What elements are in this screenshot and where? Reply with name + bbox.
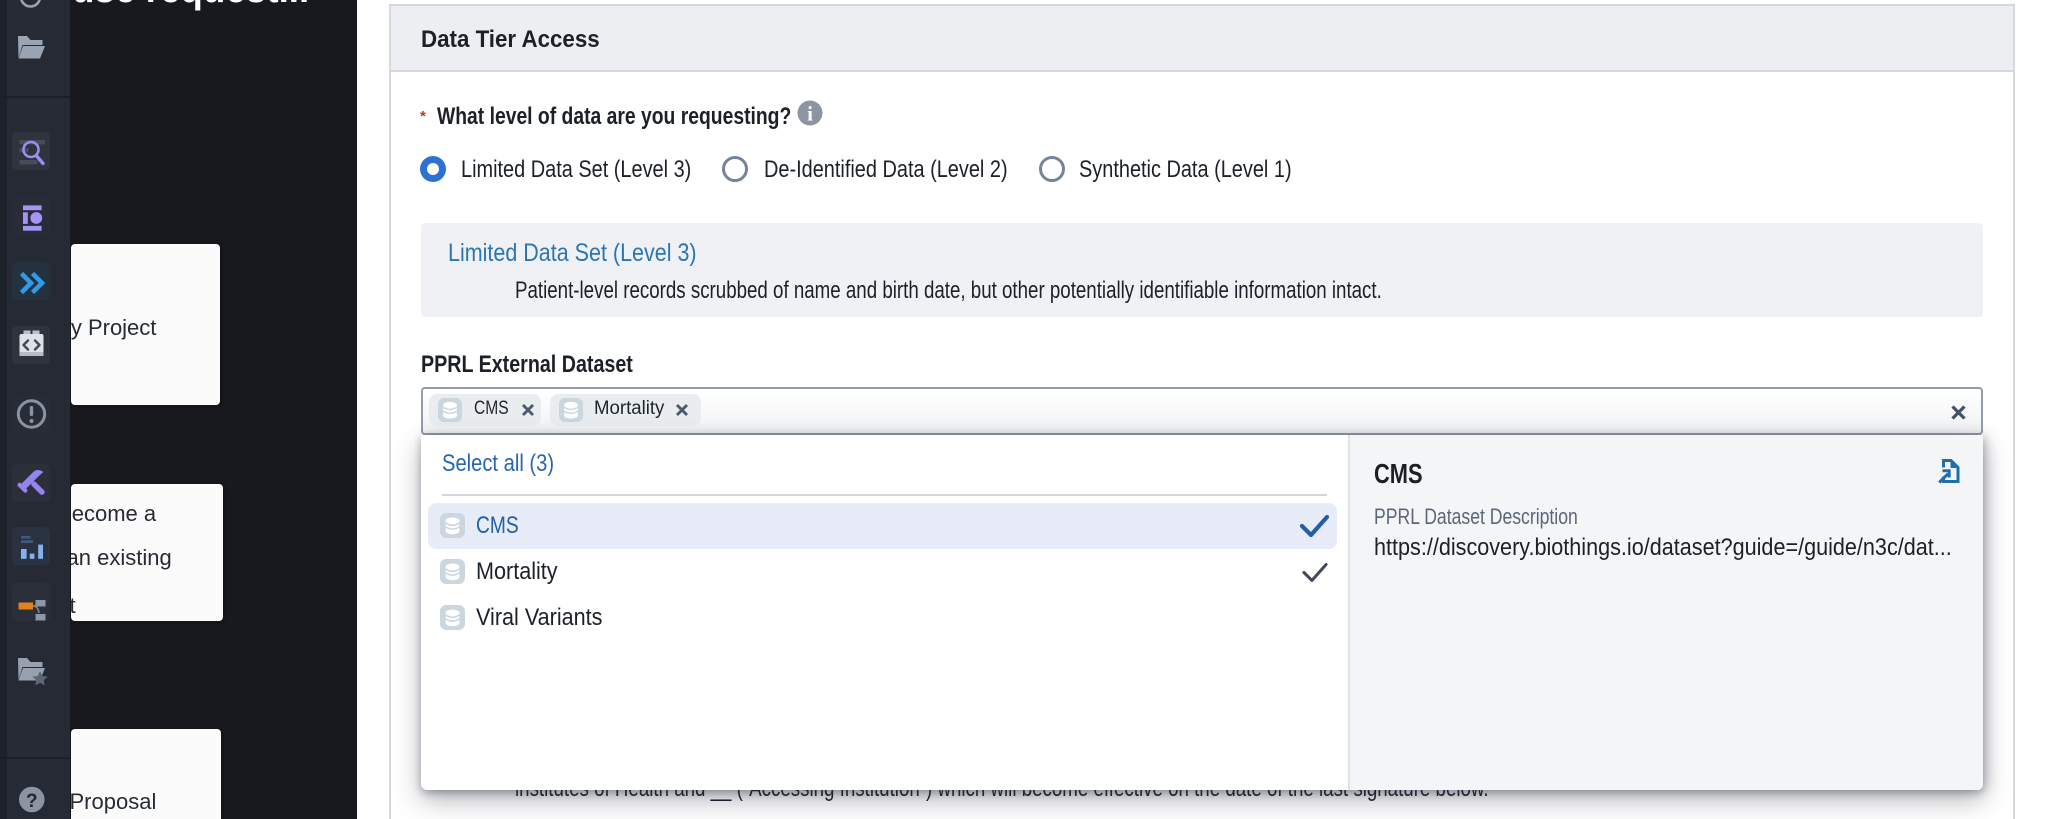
svg-text:?: ? bbox=[26, 791, 38, 812]
svg-text:i: i bbox=[807, 102, 813, 126]
